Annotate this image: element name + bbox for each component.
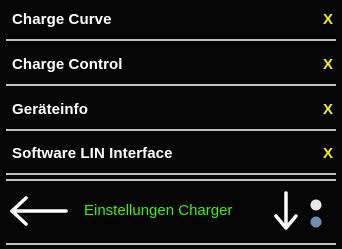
menu-item-label: Geräteinfo (12, 101, 89, 118)
menu-item-status-mark: X (322, 56, 333, 73)
menu-item-software-lin-interface[interactable]: Software LIN Interface X (6, 136, 336, 175)
menu-item-label: Charge Control (12, 56, 123, 73)
arrow-left-icon[interactable] (8, 191, 68, 231)
arrow-down-icon[interactable] (273, 191, 299, 231)
footer-bar: Einstellungen Charger (0, 179, 342, 249)
footer-divider-top (6, 179, 336, 181)
menu-item-status-mark: X (322, 11, 333, 28)
menu-item-label: Charge Curve (12, 11, 112, 28)
menu-item-label: Software LIN Interface (12, 145, 173, 162)
menu-item-geraeteinfo[interactable]: Geräteinfo X (6, 92, 336, 131)
menu-item-status-mark: X (322, 101, 333, 118)
more-dots-icon[interactable] (308, 198, 324, 232)
footer-divider-bottom (6, 243, 336, 245)
charger-settings-screen: Charge Curve X Charge Control X Gerätein… (0, 0, 342, 249)
menu-item-charge-control[interactable]: Charge Control X (6, 47, 336, 86)
menu-item-status-mark: X (322, 145, 333, 162)
screen-title: Einstellungen Charger (84, 202, 233, 219)
menu-item-charge-curve[interactable]: Charge Curve X (6, 2, 336, 41)
